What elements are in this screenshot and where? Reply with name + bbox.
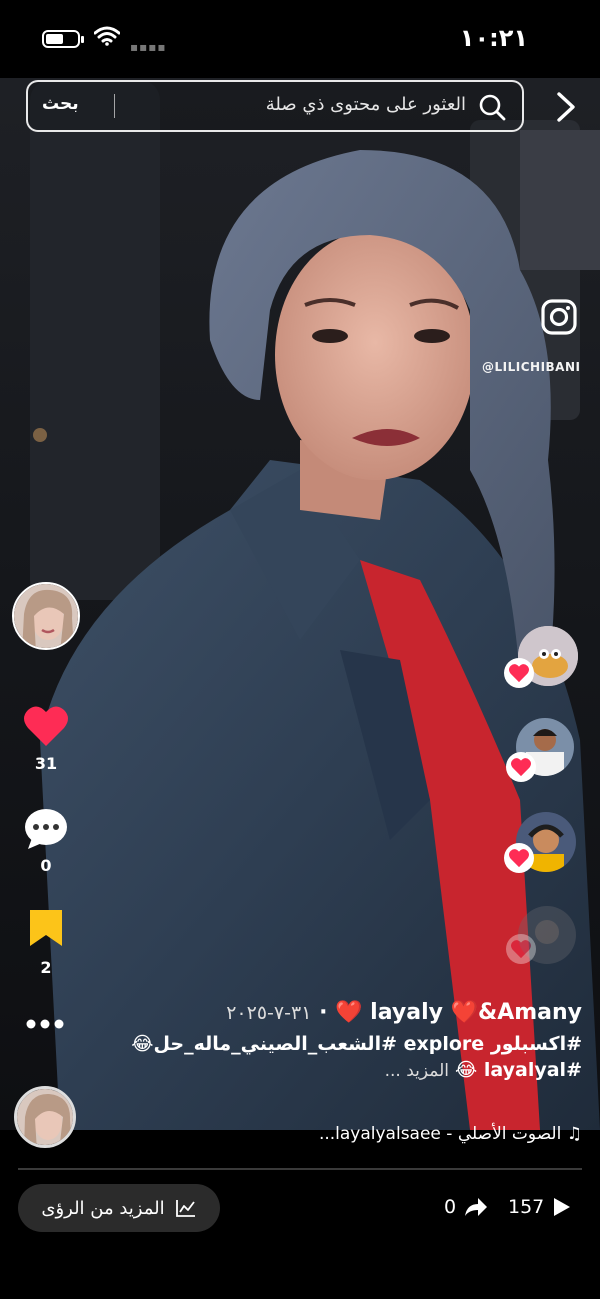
bookmark-icon[interactable] [28,908,64,948]
post-date: ٣١-٧-٢٠٢٥ [226,1002,312,1024]
chevron-right-icon[interactable] [552,90,580,124]
liker-heart-badge [506,934,536,964]
wifi-icon [94,26,120,46]
liker-heart-badge [504,843,534,873]
liker-heart-badge [504,658,534,688]
status-bar: ▪▪▪▪ ١٠:٢١ [0,0,600,78]
playback-progress-bar[interactable] [18,1168,582,1170]
battery-icon [42,30,84,48]
heart-icon [511,758,531,777]
music-row[interactable]: ♫ الصوت الأصلي - layalyalsaee... [319,1124,582,1144]
speech-bubble-icon[interactable] [24,808,68,850]
caption-header: layaly ❤️&Amany ❤️ · ٣١-٧-٢٠٢٥ [2,1000,582,1025]
heart-icon[interactable] [22,704,70,748]
liker-heart-badge [506,752,536,782]
line-chart-icon [175,1200,195,1217]
search-icon [479,94,506,121]
video-scene-illustration [0,40,600,1130]
search-divider [114,94,115,118]
caption-hashtags[interactable]: #اكسبلور explore #الشعب_الصيني_ماله_حل😂 [2,1033,582,1055]
like-count: 31 [34,754,58,773]
author-avatar[interactable] [12,582,80,650]
more-insights-button[interactable]: المزيد من الرؤى [18,1184,220,1232]
more-insights-label: المزيد من الرؤى [41,1197,165,1219]
sound-author-avatar[interactable] [14,1086,76,1148]
heart-icon [509,664,529,683]
caption[interactable]: layaly ❤️&Amany ❤️ · ٣١-٧-٢٠٢٥ #اكسبلور … [2,1000,582,1081]
music-note-icon: ♫ [566,1124,582,1144]
caption-hashtag-layalyal[interactable]: #layalyal 😂 [455,1059,582,1081]
video-frame[interactable] [0,40,600,1130]
play-icon [554,1198,571,1216]
cellular-signal-icon: ▪▪▪▪ [130,40,167,54]
author-name[interactable]: layaly ❤️&Amany ❤️ [335,1000,582,1025]
heart-icon [509,849,529,868]
music-label: الصوت الأصلي - layalyalsaee... [318,1124,562,1144]
search-bar[interactable]: بحث العثور على محتوى ذي صلة [26,80,524,132]
share-count-group[interactable]: 0 [444,1196,488,1218]
save-count: 2 [40,958,52,977]
view-count: 157 [508,1196,545,1218]
comment-count: 0 [40,856,52,875]
avatar-image [17,1089,73,1145]
caption-separator: · [319,1000,328,1025]
search-input[interactable]: العثور على محتوى ذي صلة [266,94,466,115]
view-count-group: 157 [508,1196,572,1218]
search-button[interactable]: بحث [42,94,79,114]
share-arrow-icon [465,1198,488,1216]
caption-more-link[interactable]: المزيد ... [385,1061,449,1081]
heart-icon [511,940,531,959]
status-time: ١٠:٢١ [459,24,528,52]
battery-level-fill [46,34,63,44]
share-count: 0 [444,1196,457,1218]
watermark-handle: @LILICHIBANI [482,360,581,374]
instagram-icon [541,299,577,335]
caption-hashtags-more: #layalyal 😂 المزيد ... [2,1059,582,1081]
